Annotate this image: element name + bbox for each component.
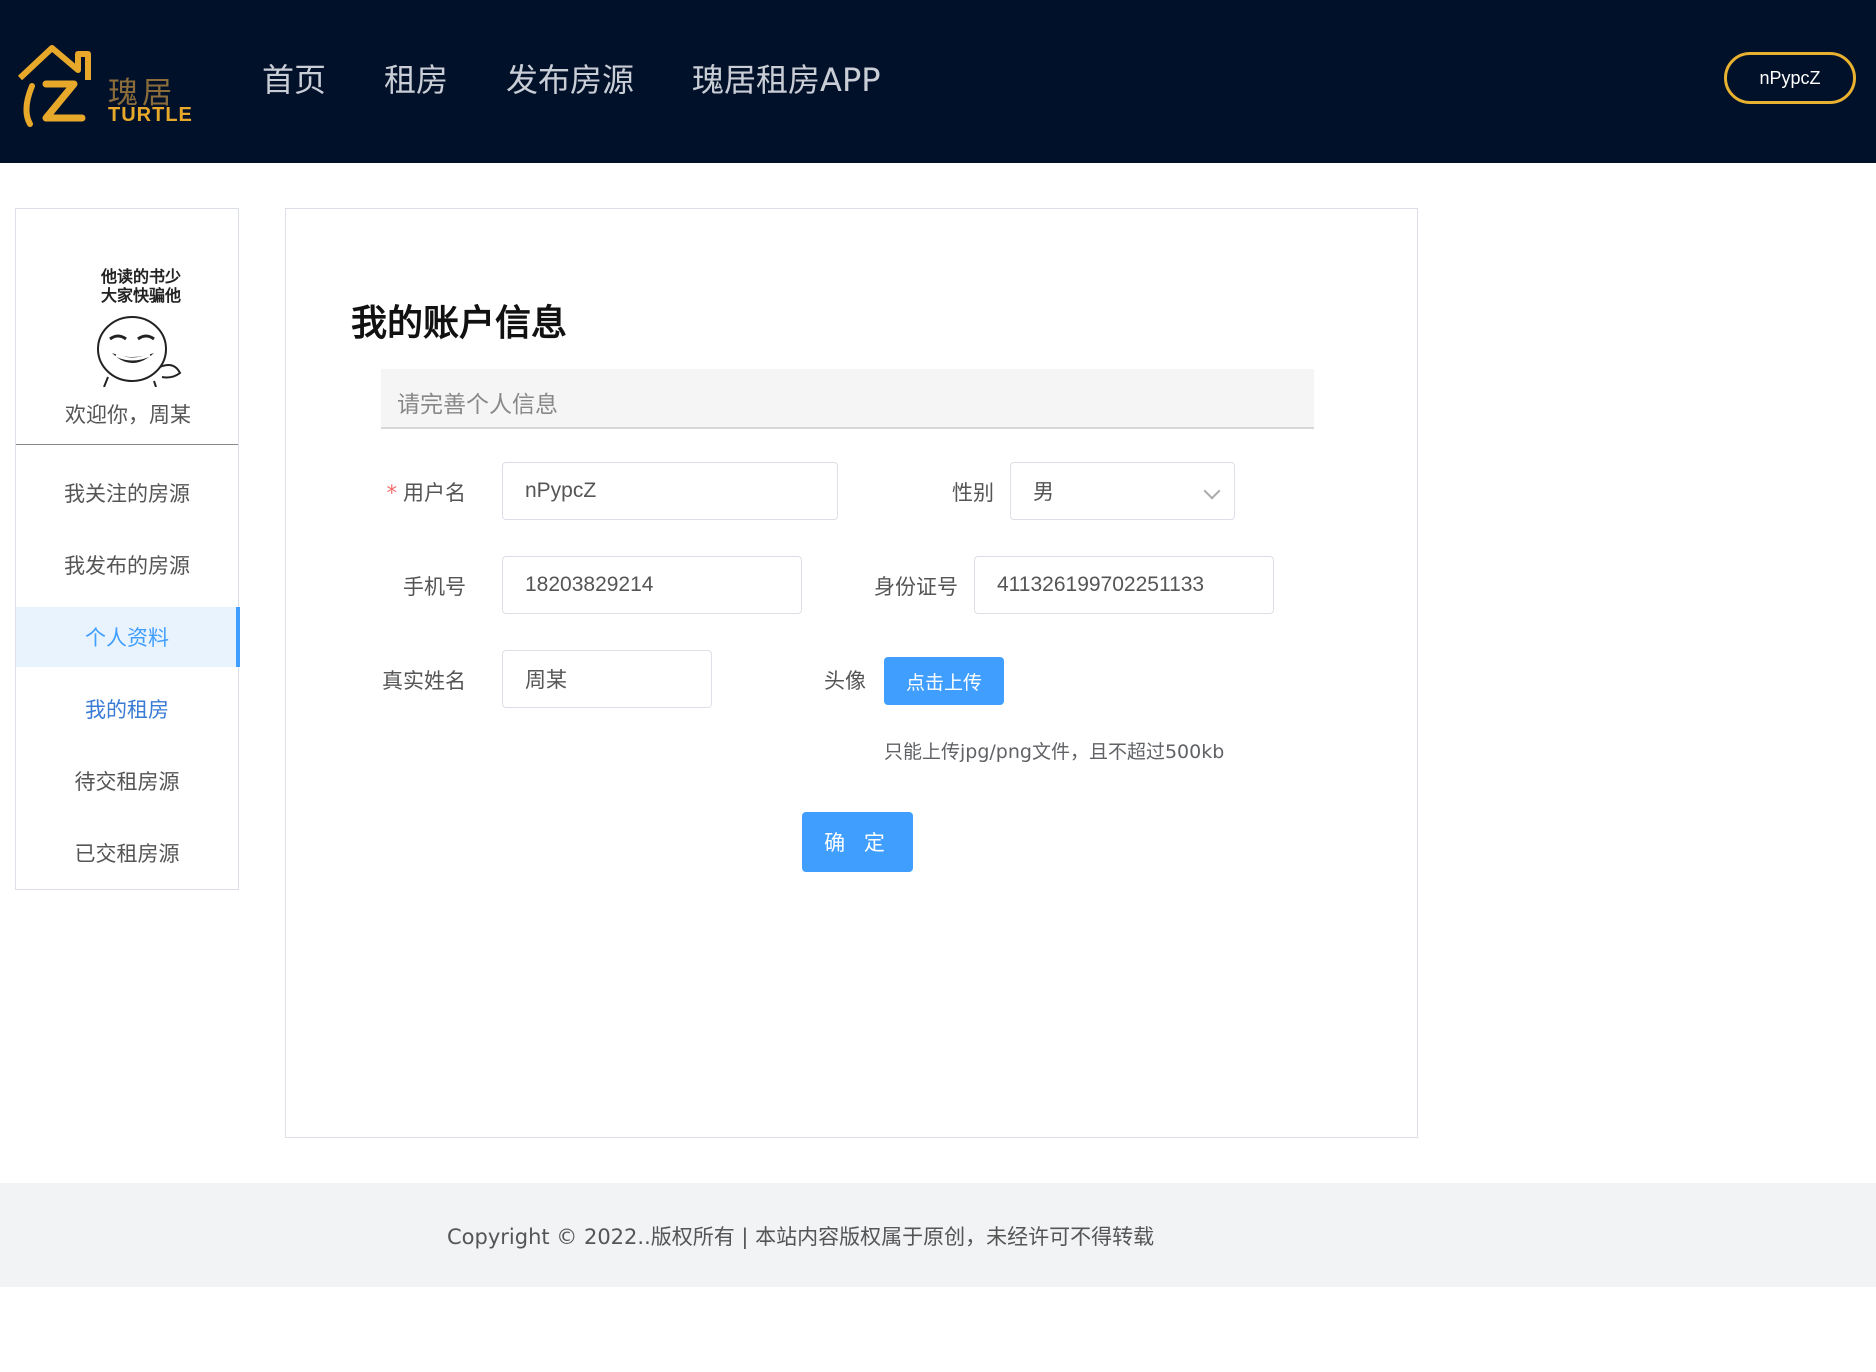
sidebar-divider [16,444,238,445]
required-mark: * [386,481,398,505]
sidebar-item-pending-rent[interactable]: 待交租房源 [16,751,238,811]
nav-home[interactable]: 首页 [262,55,326,101]
logo-text-en: TURTLE [108,104,193,126]
username-value: nPypcZ [525,479,597,502]
user-sidebar: 他读的书少 大家快骗他 欢迎你，周某 我关注的房源 我发布的房源 个人资料 我的… [15,208,240,890]
meme-face-icon [97,316,182,387]
gender-label: 性别 [952,481,994,505]
page-footer: Copyright © 2022..版权所有 | 本站内容版权属于原创，未经许可… [0,1183,1876,1287]
top-header: 瑰居 TURTLE 首页 租房 发布房源 瑰居租房APP nPypcZ [0,0,1876,163]
upload-button[interactable]: 点击上传 [884,657,1004,705]
realname-label: 真实姓名 [382,669,466,693]
realname-input[interactable]: 周某 [502,650,712,708]
idcard-label: 身份证号 [874,575,958,599]
avatar-caption-line2: 大家快骗他 [100,286,181,305]
welcome-text: 欢迎你，周某 [65,403,191,427]
sidebar-menu: 我关注的房源 我发布的房源 个人资料 我的租房 待交租房源 已交租房源 [16,463,240,895]
avatar-caption-line1: 他读的书少 [100,267,181,286]
phone-value: 18203829214 [525,573,654,596]
phone-input[interactable]: 18203829214 [502,556,802,614]
site-logo[interactable]: 瑰居 TURTLE [12,40,192,130]
upload-tip: 只能上传jpg/png文件，且不超过500kb [884,741,1225,763]
user-menu-button[interactable]: nPypcZ [1724,52,1856,104]
idcard-input[interactable]: 411326199702251133 [974,556,1274,614]
username-label: * 用户名 [387,477,467,507]
avatar: 他读的书少 大家快骗他 [86,267,196,389]
idcard-value: 411326199702251133 [997,573,1205,596]
chevron-down-icon [1203,482,1221,500]
sidebar-item-published[interactable]: 我发布的房源 [16,535,238,595]
gender-value: 男 [1033,481,1054,504]
gender-select[interactable]: 男 [1010,462,1235,520]
main-nav: 首页 租房 发布房源 瑰居租房APP [262,55,939,101]
copyright-text: Copyright © 2022..版权所有 | 本站内容版权属于原创，未经许可… [447,1225,1155,1249]
nav-rent[interactable]: 租房 [384,55,448,101]
info-banner-text: 请完善个人信息 [397,392,558,418]
nav-publish[interactable]: 发布房源 [506,55,634,101]
page-title: 我的账户信息 [351,303,568,344]
avatar-label: 头像 [824,669,866,693]
sidebar-item-paid-rent[interactable]: 已交租房源 [16,823,238,883]
realname-value: 周某 [525,669,567,692]
username-label-text: 用户名 [403,481,466,505]
confirm-button[interactable]: 确 定 [802,812,913,872]
avatar-caption: 他读的书少 大家快骗他 [86,267,196,305]
sidebar-item-my-rentals[interactable]: 我的租房 [16,679,238,739]
account-info-card: 我的账户信息 请完善个人信息 * 用户名 nPypcZ 性别 男 手机号 1820… [285,208,1418,1138]
info-banner: 请完善个人信息 [381,369,1314,429]
username-input[interactable]: nPypcZ [502,462,838,520]
phone-label: 手机号 [403,575,466,599]
house-logo-icon [17,45,91,127]
nav-app[interactable]: 瑰居租房APP [692,55,881,101]
sidebar-item-followed[interactable]: 我关注的房源 [16,463,238,523]
sidebar-item-profile[interactable]: 个人资料 [16,607,240,667]
